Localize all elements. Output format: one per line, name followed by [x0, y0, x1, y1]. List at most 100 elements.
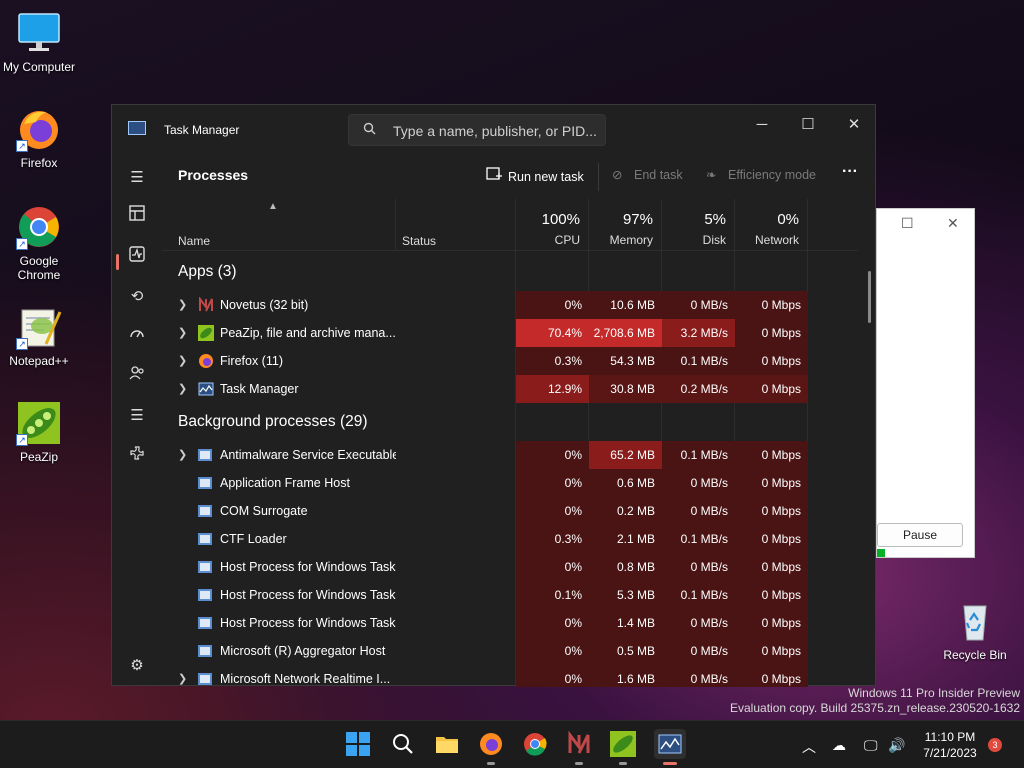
chevron-right-icon[interactable]: ❯ — [178, 298, 187, 311]
efficiency-mode-button[interactable]: ❧ Efficiency mode — [706, 167, 816, 182]
run-new-task-label: Run new task — [508, 170, 584, 184]
table-row[interactable]: CTF Loader 0.3% 2.1 MB 0.1 MB/s 0 Mbps — [162, 525, 858, 553]
novetus-taskbar-button[interactable] — [566, 730, 592, 765]
desktop-icon-firefox[interactable]: ↗ Firefox — [0, 106, 78, 170]
desktop-icon-my-computer[interactable]: My Computer — [0, 10, 78, 74]
chevron-up-icon[interactable]: ︿ — [802, 737, 816, 757]
table-row[interactable]: Host Process for Windows Tasks 0% 1.4 MB… — [162, 609, 858, 637]
system-process-icon — [198, 587, 214, 603]
cpu-value: 70.4% — [516, 319, 589, 347]
cpu-value: 0% — [516, 665, 589, 687]
memory-value: 1.6 MB — [589, 665, 662, 687]
network-icon[interactable]: 🖵 — [864, 737, 878, 754]
network-value: 0 Mbps — [735, 375, 808, 403]
cpu-value: 0.3% — [516, 525, 589, 553]
table-row[interactable]: COM Surrogate 0% 0.2 MB 0 MB/s 0 Mbps — [162, 497, 858, 525]
search-taskbar-button[interactable] — [390, 731, 416, 757]
hamburger-menu-icon[interactable]: ☰ — [126, 167, 148, 189]
column-header-memory[interactable]: 97% Memory — [589, 199, 662, 251]
end-task-button[interactable]: ⊘ End task — [612, 167, 683, 182]
close-icon[interactable]: ✕ — [947, 215, 959, 232]
volume-icon[interactable]: 🔊 — [888, 737, 905, 754]
search-box[interactable] — [348, 114, 606, 146]
watermark-line-2: Evaluation copy. Build 25375.zn_release.… — [730, 701, 1020, 715]
column-header-network[interactable]: 0% Network — [735, 199, 808, 251]
chevron-right-icon[interactable]: ❯ — [178, 326, 187, 339]
vertical-scrollbar-thumb[interactable] — [868, 271, 871, 323]
column-header-disk[interactable]: 5% Disk — [662, 199, 735, 251]
chrome-taskbar-button[interactable] — [522, 731, 548, 757]
peazip-taskbar-button[interactable] — [610, 731, 636, 765]
title-bar[interactable]: Task Manager ─ ☐ ✕ — [112, 105, 875, 153]
search-input[interactable] — [393, 121, 598, 141]
column-header-name[interactable]: Name — [162, 199, 396, 251]
cpu-value: 0% — [516, 553, 589, 581]
maximize-icon[interactable]: ☐ — [901, 215, 914, 232]
chevron-right-icon[interactable]: ❯ — [178, 448, 187, 461]
group-header-background-processes[interactable]: Background processes (29) — [178, 413, 368, 431]
process-name: Host Process for Windows Tasks — [220, 560, 396, 574]
column-header-status[interactable]: Status — [396, 199, 516, 251]
table-row[interactable]: ❯ Microsoft Network Realtime I... 0% 1.6… — [162, 665, 858, 687]
clock[interactable]: 11:10 PM 7/21/2023 — [905, 729, 995, 761]
toolbar-divider — [598, 163, 599, 191]
end-task-icon: ⊘ — [612, 168, 623, 182]
table-row[interactable]: Microsoft (R) Aggregator Host 0% 0.5 MB … — [162, 637, 858, 665]
column-header-cpu[interactable]: 100% CPU — [516, 199, 589, 251]
processes-nav-icon[interactable] — [126, 205, 148, 227]
app-history-nav-icon[interactable]: ⟲ — [126, 286, 148, 308]
desktop-icon-peazip[interactable]: ↗ PeaZip — [0, 400, 78, 464]
window-title: Task Manager — [164, 123, 240, 137]
running-indicator — [619, 762, 627, 765]
onedrive-offline-icon[interactable]: ☁ — [832, 737, 846, 754]
pause-button[interactable]: Pause — [877, 523, 963, 547]
efficiency-mode-label: Efficiency mode — [728, 168, 817, 182]
notification-badge[interactable]: 3 — [988, 738, 1002, 752]
desktop-icon-recycle-bin[interactable]: Recycle Bin — [936, 598, 1014, 662]
page-title: Processes — [178, 167, 249, 183]
network-value: 0 Mbps — [735, 319, 808, 347]
peazip-icon — [198, 325, 214, 341]
file-explorer-button[interactable] — [434, 731, 460, 757]
table-row[interactable]: ❯ Task Manager 12.9% 30.8 MB 0.2 MB/s 0 … — [162, 375, 858, 403]
more-options-button[interactable]: ··· — [842, 163, 858, 181]
services-nav-icon[interactable] — [126, 445, 148, 467]
table-row[interactable]: ❯ PeaZip, file and archive mana... 70.4%… — [162, 319, 858, 347]
background-window[interactable]: ☐ ✕ Pause — [876, 208, 975, 558]
memory-value: 5.3 MB — [589, 581, 662, 609]
chrome-icon — [524, 733, 547, 756]
table-row[interactable]: Application Frame Host 0% 0.6 MB 0 MB/s … — [162, 469, 858, 497]
command-bar: Processes Run new task ⊘ End task ❧ Effici… — [162, 153, 876, 199]
table-row[interactable]: ❯ Antimalware Service Executable 0% 65.2… — [162, 441, 858, 469]
group-header-apps[interactable]: Apps (3) — [178, 263, 237, 281]
performance-nav-icon[interactable] — [126, 246, 148, 268]
system-process-icon — [198, 503, 214, 519]
chevron-right-icon[interactable]: ❯ — [178, 354, 187, 367]
settings-gear-icon[interactable]: ⚙ — [126, 655, 148, 677]
table-row[interactable]: Host Process for Windows Tasks 0.1% 5.3 … — [162, 581, 858, 609]
folder-icon — [436, 737, 458, 753]
chevron-right-icon[interactable]: ❯ — [178, 672, 187, 685]
minimize-button[interactable]: ─ — [739, 111, 785, 139]
startup-apps-nav-icon[interactable] — [126, 326, 148, 348]
network-value: 0 Mbps — [735, 469, 808, 497]
table-row[interactable]: ❯ Firefox (11) 0.3% 54.3 MB 0.1 MB/s 0 M… — [162, 347, 858, 375]
memory-value: 2,708.6 MB — [589, 319, 662, 347]
disk-value: 3.2 MB/s — [662, 319, 735, 347]
details-nav-icon[interactable]: ☰ — [126, 405, 148, 427]
users-nav-icon[interactable] — [126, 365, 148, 387]
close-button[interactable]: ✕ — [831, 111, 877, 139]
task-manager-taskbar-button[interactable] — [654, 729, 686, 765]
start-button[interactable] — [345, 731, 371, 757]
system-process-icon — [198, 615, 214, 631]
firefox-taskbar-button[interactable] — [478, 731, 504, 765]
run-new-task-button[interactable]: Run new task — [486, 167, 584, 184]
table-row[interactable]: ❯ Novetus (32 bit) 0% 10.6 MB 0 MB/s 0 M… — [162, 291, 858, 319]
maximize-button[interactable]: ☐ — [785, 111, 831, 139]
table-row[interactable]: Host Process for Windows Tasks 0% 0.8 MB… — [162, 553, 858, 581]
desktop-icon-notepadpp[interactable]: ↗ Notepad++ — [0, 304, 78, 368]
desktop-icon-chrome[interactable]: ↗ Google Chrome — [0, 204, 78, 282]
firefox-icon: ↗ — [16, 106, 62, 152]
memory-value: 0.2 MB — [589, 497, 662, 525]
chevron-right-icon[interactable]: ❯ — [178, 382, 187, 395]
